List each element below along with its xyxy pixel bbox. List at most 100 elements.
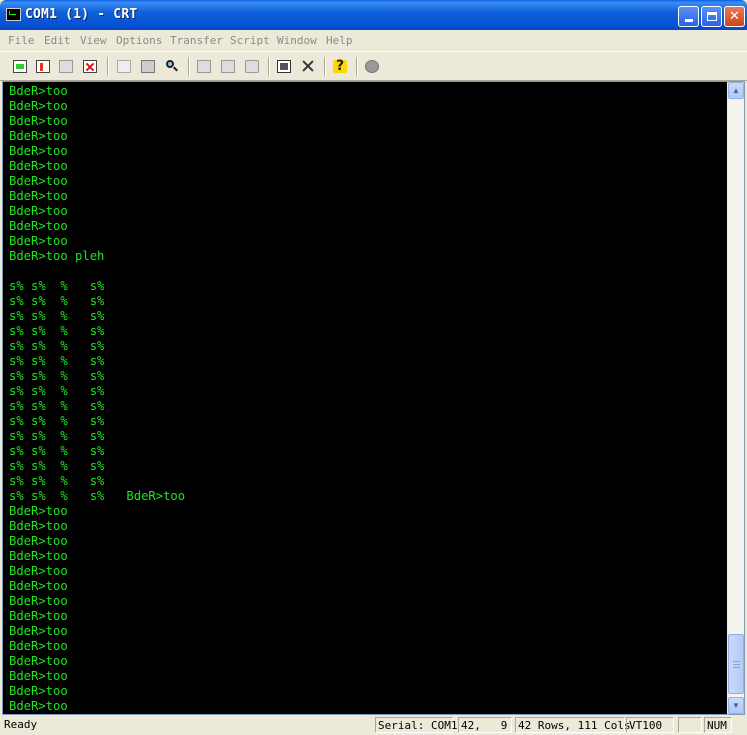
status-size: 42 Rows, 111 Cols	[515, 717, 631, 733]
minimize-button[interactable]	[678, 6, 699, 27]
close-icon: ✕	[729, 9, 740, 24]
terminal-line: BdeR>too	[9, 189, 68, 203]
menu-help[interactable]: Help	[326, 34, 353, 47]
scroll-thumb[interactable]	[728, 634, 744, 694]
terminal-line: BdeR>too	[9, 234, 68, 248]
terminal-line: BdeR>too	[9, 669, 68, 683]
connect-icon	[13, 59, 27, 73]
terminal-line: s% s% % s%	[9, 474, 105, 488]
menu-script[interactable]: Script	[230, 34, 270, 47]
status-ready: Ready	[4, 718, 38, 731]
terminal-line: s% s% % s%	[9, 399, 105, 413]
paste-button[interactable]	[138, 56, 158, 76]
print-selection-icon	[221, 59, 235, 73]
terminal-line: s% s% % s%	[9, 279, 105, 293]
status-num: NUM	[704, 717, 732, 733]
menu-edit[interactable]: Edit	[44, 34, 71, 47]
terminal-line: BdeR>too	[9, 699, 68, 713]
copy-icon	[117, 59, 131, 73]
reconnect-button[interactable]	[56, 56, 76, 76]
about-icon	[365, 59, 379, 73]
terminal-line: s% s% % s%	[9, 309, 105, 323]
terminal-line: s% s% % s%	[9, 459, 105, 473]
print-setup-icon	[245, 59, 259, 73]
quick-connect-button[interactable]	[33, 56, 53, 76]
maximize-icon	[706, 12, 717, 21]
help-icon: ?	[333, 58, 347, 74]
terminal-line: BdeR>too	[9, 504, 68, 518]
about-button[interactable]	[362, 56, 382, 76]
terminal-line: BdeR>too	[9, 219, 68, 233]
terminal-app-icon[interactable]	[6, 8, 21, 21]
terminal-line: BdeR>too	[9, 549, 68, 563]
find-button[interactable]	[162, 56, 182, 76]
terminal-line: BdeR>too	[9, 159, 68, 173]
terminal-line: s% s% % s%	[9, 324, 105, 338]
quick-connect-icon	[36, 59, 50, 73]
terminal-line: BdeR>too	[9, 129, 68, 143]
terminal-line: s% s% % s%	[9, 369, 105, 383]
terminal-output: BdeR>too BdeR>too BdeR>too BdeR>too BdeR>too…	[9, 84, 185, 714]
session-options-icon	[277, 59, 291, 73]
scroll-down-button[interactable]: ▼	[728, 697, 744, 714]
close-button[interactable]: ✕	[724, 6, 745, 27]
global-options-icon	[301, 59, 315, 73]
terminal-line: BdeR>too	[9, 579, 68, 593]
status-cursor-position: 42, 9	[458, 717, 512, 733]
maximize-button[interactable]	[701, 6, 722, 27]
terminal-line: BdeR>too	[9, 534, 68, 548]
terminal-line: s% s% % s%	[9, 384, 105, 398]
title-bar[interactable]: COM1 (1) - CRT ✕	[0, 0, 747, 30]
terminal-frame: BdeR>too BdeR>too BdeR>too BdeR>too BdeR>too…	[2, 81, 745, 715]
print-icon	[197, 59, 211, 73]
chevron-down-icon: ▼	[732, 701, 740, 710]
terminal-line: BdeR>too	[9, 594, 68, 608]
help-button[interactable]: ?	[330, 56, 350, 76]
connect-button[interactable]	[10, 56, 30, 76]
window-title: COM1 (1) - CRT	[25, 7, 138, 22]
minimize-icon	[684, 19, 693, 22]
scroll-up-button[interactable]: ▲	[728, 82, 744, 99]
menu-bar: File Edit View Options Transfer Script W…	[0, 30, 747, 51]
disconnect-button[interactable]	[80, 56, 100, 76]
status-serial: Serial: COM1	[375, 717, 457, 733]
menu-options[interactable]: Options	[116, 34, 162, 47]
menu-window[interactable]: Window	[277, 34, 317, 47]
terminal-line: BdeR>too	[9, 144, 68, 158]
status-emulation: VT100	[626, 717, 674, 733]
find-icon	[165, 59, 179, 73]
toolbar: ?	[0, 51, 747, 81]
terminal-line: BdeR>too	[9, 519, 68, 533]
terminal-line: BdeR>too	[9, 204, 68, 218]
disconnect-icon	[83, 59, 97, 73]
session-options-button[interactable]	[274, 56, 294, 76]
status-bar: Ready Serial: COM1 42, 9 42 Rows, 111 Co…	[0, 715, 747, 735]
terminal-line: s% s% % s%	[9, 354, 105, 368]
terminal-line: BdeR>too	[9, 84, 68, 98]
vertical-scrollbar[interactable]: ▲ ▼	[727, 82, 744, 714]
terminal-line: s% s% % s%	[9, 444, 105, 458]
terminal-line: BdeR>too	[9, 624, 68, 638]
copy-button[interactable]	[114, 56, 134, 76]
chevron-up-icon: ▲	[732, 86, 740, 95]
reconnect-icon	[59, 59, 73, 73]
terminal-line: BdeR>too	[9, 174, 68, 188]
status-caps	[678, 717, 702, 733]
print-button[interactable]	[194, 56, 214, 76]
paste-icon	[141, 59, 155, 73]
terminal-line: s% s% % s%	[9, 294, 105, 308]
terminal-line: s% s% % s% BdeR>too	[9, 489, 186, 503]
terminal-screen[interactable]: BdeR>too BdeR>too BdeR>too BdeR>too BdeR>too…	[3, 82, 728, 714]
terminal-line: BdeR>too	[9, 99, 68, 113]
terminal-line: BdeR>too	[9, 654, 68, 668]
print-selection-button[interactable]	[218, 56, 238, 76]
menu-transfer[interactable]: Transfer	[170, 34, 223, 47]
terminal-line: BdeR>too pleh	[9, 249, 105, 263]
print-setup-button[interactable]	[242, 56, 262, 76]
menu-view[interactable]: View	[80, 34, 107, 47]
global-options-button[interactable]	[298, 56, 318, 76]
menu-file[interactable]: File	[8, 34, 35, 47]
terminal-line: BdeR>too	[9, 639, 68, 653]
terminal-line: BdeR>too	[9, 609, 68, 623]
